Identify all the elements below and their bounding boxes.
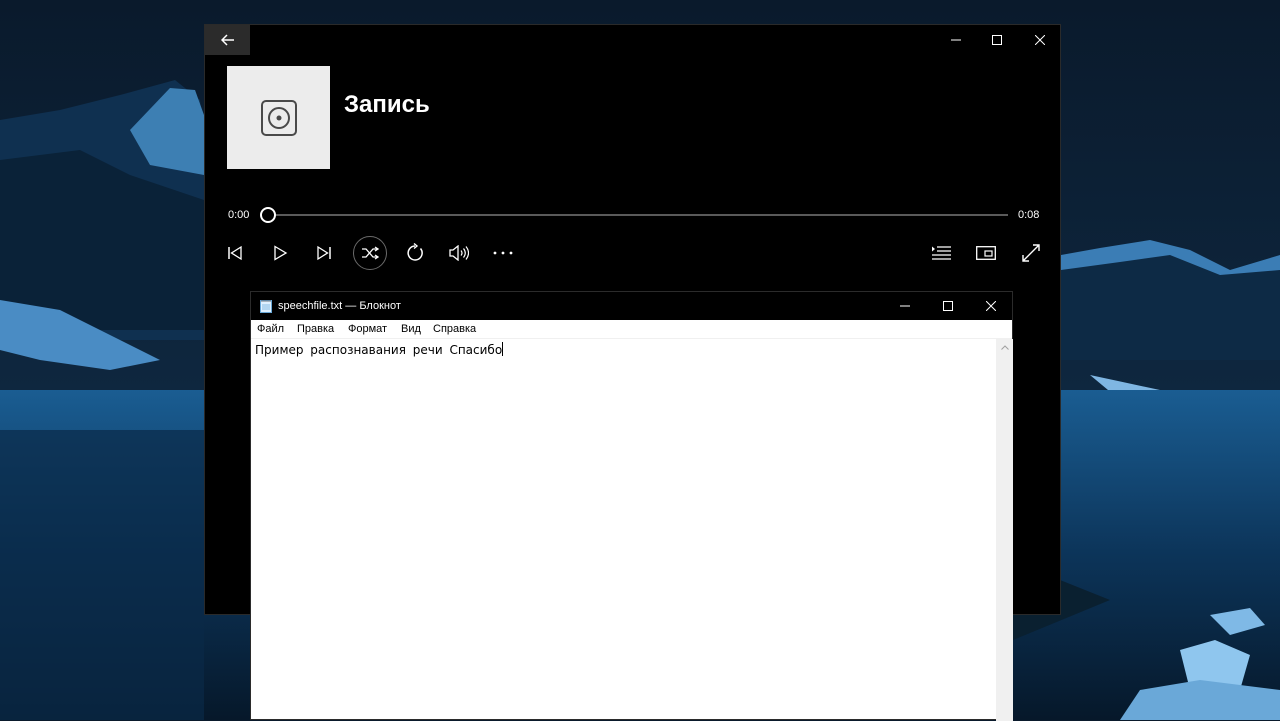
menu-edit[interactable]: Правка bbox=[297, 323, 334, 335]
mini-view-button[interactable] bbox=[969, 236, 1003, 270]
previous-track-icon bbox=[228, 245, 242, 261]
notepad-close-button[interactable] bbox=[969, 292, 1013, 320]
text-caret bbox=[502, 342, 504, 356]
minimize-icon bbox=[900, 305, 910, 307]
shuffle-button[interactable] bbox=[353, 236, 387, 270]
repeat-icon bbox=[407, 243, 423, 261]
next-track-icon bbox=[317, 245, 331, 261]
chevron-up-icon bbox=[1000, 344, 1009, 350]
play-button[interactable] bbox=[263, 236, 297, 270]
playlist-icon bbox=[932, 246, 951, 260]
menu-help[interactable]: Справка bbox=[433, 323, 476, 335]
notepad-text-area[interactable]: Пример распознавания речи Спасибо bbox=[255, 342, 504, 357]
disc-icon bbox=[260, 99, 297, 136]
menu-view[interactable]: Вид bbox=[401, 323, 421, 335]
seek-thumb[interactable] bbox=[260, 207, 276, 223]
back-button[interactable] bbox=[205, 25, 250, 55]
vertical-scrollbar[interactable] bbox=[996, 339, 1013, 721]
elapsed-time: 0:00 bbox=[228, 209, 250, 221]
notepad-maximize-button[interactable] bbox=[926, 292, 970, 320]
seek-bar[interactable] bbox=[267, 214, 1008, 216]
arrow-left-icon bbox=[220, 34, 234, 46]
now-playing-list-button[interactable] bbox=[924, 236, 958, 270]
scroll-up-button[interactable] bbox=[996, 341, 1013, 353]
notepad-titlebar[interactable]: speechfile.txt — Блокнот bbox=[251, 292, 1012, 320]
notepad-window-title: speechfile.txt — Блокнот bbox=[278, 300, 401, 312]
mini-view-icon bbox=[976, 246, 996, 260]
full-screen-icon bbox=[1022, 244, 1040, 262]
full-screen-button[interactable] bbox=[1014, 236, 1048, 270]
total-duration: 0:08 bbox=[1018, 209, 1040, 221]
shuffle-icon bbox=[362, 246, 379, 260]
menu-file[interactable]: Файл bbox=[257, 323, 284, 335]
next-button[interactable] bbox=[307, 236, 341, 270]
maximize-icon bbox=[991, 35, 1002, 45]
maximize-icon bbox=[943, 301, 953, 311]
repeat-button[interactable] bbox=[398, 236, 432, 270]
volume-button[interactable] bbox=[442, 236, 476, 270]
notepad-window: speechfile.txt — Блокнот Файл Правка Фор… bbox=[250, 291, 1013, 721]
more-options-button[interactable] bbox=[486, 236, 520, 270]
album-art bbox=[227, 66, 330, 169]
more-icon bbox=[493, 251, 513, 255]
minimize-icon bbox=[950, 39, 961, 41]
notepad-icon bbox=[260, 300, 272, 313]
close-icon bbox=[1034, 35, 1045, 45]
notepad-menubar: Файл Правка Формат Вид Справка bbox=[251, 320, 1012, 339]
track-title: Запись bbox=[344, 91, 430, 118]
volume-icon bbox=[449, 245, 469, 261]
notepad-minimize-button[interactable] bbox=[883, 292, 927, 320]
close-icon bbox=[986, 301, 996, 311]
notepad-text-content: Пример распознавания речи Спасибо bbox=[255, 343, 503, 357]
previous-button[interactable] bbox=[218, 236, 252, 270]
maximize-button[interactable] bbox=[974, 25, 1019, 55]
close-button[interactable] bbox=[1017, 25, 1062, 55]
menu-format[interactable]: Формат bbox=[348, 323, 387, 335]
minimize-button[interactable] bbox=[933, 25, 978, 55]
play-icon bbox=[274, 245, 288, 261]
